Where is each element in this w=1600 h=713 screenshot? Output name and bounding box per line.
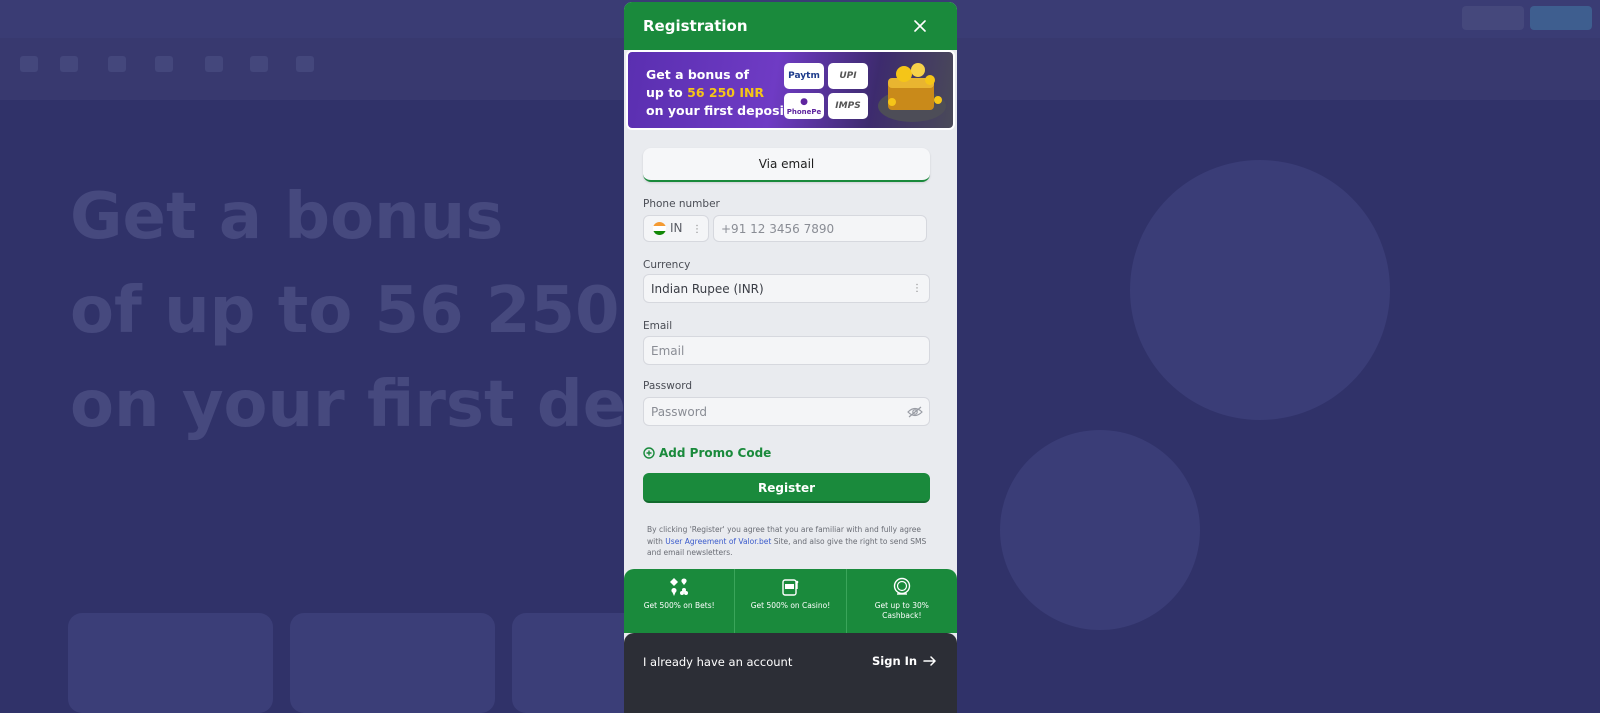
bonus-banner-text: Get a bonus of up to 56 250 INR on your … <box>646 67 790 118</box>
background-nav-icon <box>20 56 38 72</box>
background-provider-logo <box>90 520 250 580</box>
paytm-logo: Paytm <box>784 63 824 89</box>
background-hero-title: Get a bonus of up to 56 250 on your firs… <box>70 180 627 442</box>
background-decoration <box>1130 160 1390 420</box>
kebab-icon: ⋮ <box>912 283 922 294</box>
modal-title: Registration <box>643 17 748 35</box>
modal-footer: I already have an account Sign In <box>624 633 957 713</box>
upi-logo: UPI <box>828 63 868 89</box>
modal-header: Registration <box>624 2 957 50</box>
password-placeholder: Password <box>651 405 708 419</box>
country-code-select[interactable]: IN ⋮ <box>643 215 709 242</box>
background-nav-icon <box>60 56 78 72</box>
via-email-button[interactable]: Via email <box>643 148 930 182</box>
background-nav-icon <box>155 56 173 72</box>
promo-link-label: Add Promo Code <box>659 446 772 460</box>
register-button[interactable]: Register <box>643 473 930 503</box>
background-payment-card <box>68 613 273 713</box>
perks-bar: Get 500% on Bets! Get 500% on Casino! Ge… <box>624 569 957 633</box>
perk-casino-text: Get 500% on Casino! <box>750 601 831 610</box>
email-input[interactable]: Email <box>643 336 930 365</box>
background-signup-button <box>1530 6 1592 30</box>
background-nav-icon <box>205 56 223 72</box>
perk-cashback-text: Get up to 30% Cashback! <box>874 601 929 620</box>
india-flag-icon <box>653 222 666 235</box>
sign-in-label: Sign In <box>872 654 918 668</box>
have-account-text: I already have an account <box>643 655 793 669</box>
password-label: Password <box>643 380 693 392</box>
bonus-banner: Get a bonus of up to 56 250 INR on your … <box>626 50 955 130</box>
phone-label: Phone number <box>643 198 720 210</box>
background-nav-icon <box>296 56 314 72</box>
close-button[interactable] <box>908 14 932 38</box>
bonus-amount: 56 250 INR <box>687 85 765 100</box>
phonepe-logo: ● PhonePe <box>784 93 824 119</box>
background-decoration <box>1000 430 1200 630</box>
background-providers <box>70 500 630 600</box>
plus-circle-icon <box>643 447 655 459</box>
add-promo-code-link[interactable]: Add Promo Code <box>643 446 771 460</box>
imps-logo: IMPS <box>828 93 868 119</box>
phone-input[interactable]: +91 12 3456 7890 <box>713 215 927 242</box>
treasure-chest-icon <box>878 63 946 122</box>
background-login-button <box>1462 6 1524 30</box>
email-label: Email <box>643 320 673 332</box>
close-icon <box>914 20 926 32</box>
terms-text: By clicking 'Register' you agree that yo… <box>647 525 927 557</box>
perk-bets: Get 500% on Bets! <box>624 569 734 633</box>
perk-cashback: Get up to 30% Cashback! <box>845 569 957 633</box>
arrow-right-icon <box>923 656 936 666</box>
kebab-icon: ⋮ <box>692 224 702 235</box>
currency-label: Currency <box>643 259 691 271</box>
password-input[interactable]: Password <box>643 397 930 426</box>
user-agreement-link[interactable]: User Agreement of Valor.bet <box>665 537 771 546</box>
background-nav-icon <box>108 56 126 72</box>
cards-suits-icon <box>670 578 689 596</box>
perk-casino: Get 500% on Casino! <box>734 569 845 633</box>
perk-bets-text: Get 500% on Bets! <box>643 601 715 610</box>
background-payment-card <box>290 613 495 713</box>
country-code-value: IN <box>670 221 683 235</box>
sign-in-link[interactable]: Sign In <box>872 654 937 668</box>
currency-value: Indian Rupee (INR) <box>651 282 764 296</box>
currency-select[interactable]: Indian Rupee (INR) ⋮ <box>643 274 930 303</box>
slot-machine-icon <box>782 579 799 596</box>
background-nav-icon <box>250 56 268 72</box>
cashback-icon <box>893 577 911 595</box>
registration-modal: Registration Get a bonus of up to 56 250… <box>624 2 957 713</box>
background-provider-logo <box>300 520 460 580</box>
eye-icon[interactable] <box>907 405 923 419</box>
